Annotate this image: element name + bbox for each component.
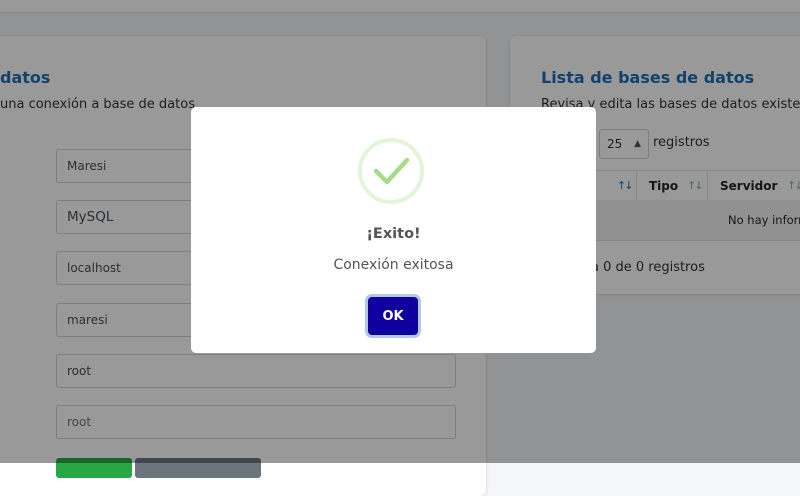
dialog-title: ¡Exito! xyxy=(366,226,421,242)
success-dialog: ¡Exito! Conexión exitosa OK xyxy=(191,107,596,353)
ok-button[interactable]: OK xyxy=(368,297,418,335)
dialog-message: Conexión exitosa xyxy=(333,257,454,273)
success-check-icon xyxy=(358,138,424,204)
